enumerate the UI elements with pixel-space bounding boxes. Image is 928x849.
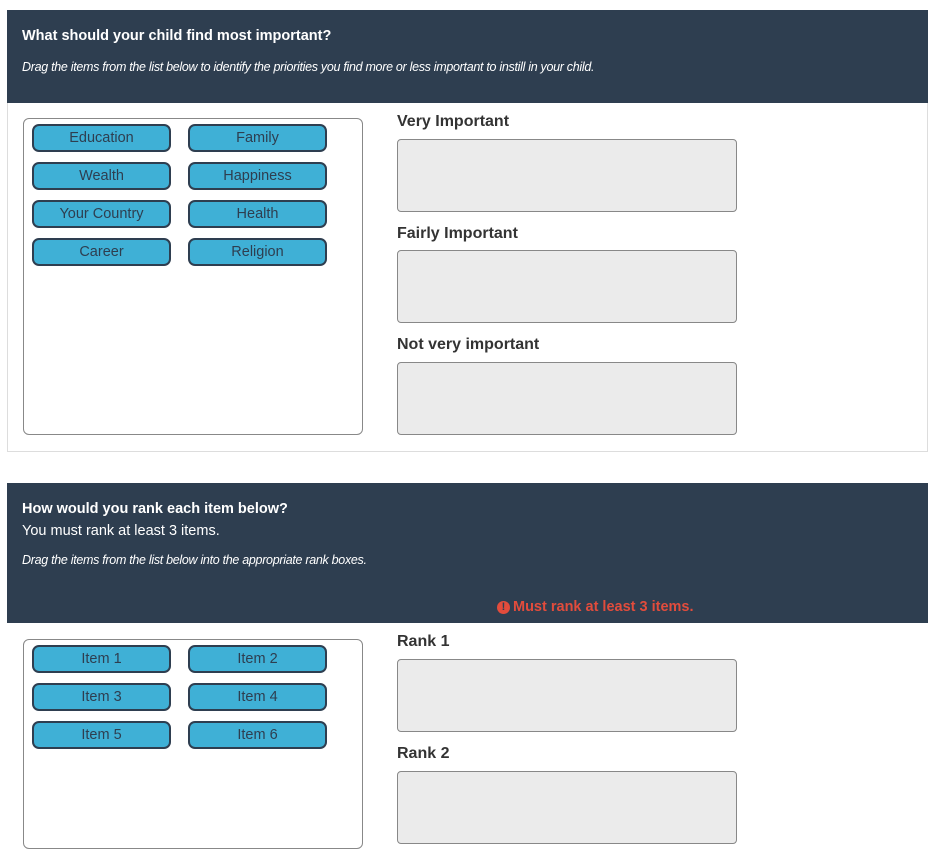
bucket-very-important[interactable] — [397, 139, 737, 212]
drag-item-education[interactable]: Education — [32, 124, 171, 152]
question-2-subtitle: You must rank at least 3 items. — [22, 523, 220, 539]
bucket-label-not-very-important: Not very important — [397, 336, 540, 353]
bucket-label-very-important: Very Important — [397, 113, 510, 130]
drag-item-your-country[interactable]: Your Country — [32, 200, 171, 228]
drag-item-religion[interactable]: Religion — [188, 238, 327, 266]
bucket-fairly-important[interactable] — [397, 250, 737, 323]
validation-error-text: Must rank at least 3 items. — [513, 599, 694, 615]
drag-item-family[interactable]: Family — [188, 124, 327, 152]
exclamation-circle-icon: ! — [497, 600, 510, 614]
question-2-instructions: Drag the items from the list below into … — [22, 553, 367, 567]
drag-item-wealth[interactable]: Wealth — [32, 162, 171, 190]
drag-item-2[interactable]: Item 2 — [188, 645, 327, 673]
drag-item-1[interactable]: Item 1 — [32, 645, 171, 673]
rank-label-1: Rank 1 — [397, 633, 450, 650]
drag-item-career[interactable]: Career — [32, 238, 171, 266]
drag-item-6[interactable]: Item 6 — [188, 721, 327, 749]
drag-item-5[interactable]: Item 5 — [32, 721, 171, 749]
question-2-title: How would you rank each item below? — [22, 501, 288, 517]
rank-box-1[interactable] — [397, 659, 737, 732]
drag-item-4[interactable]: Item 4 — [188, 683, 327, 711]
drag-item-happiness[interactable]: Happiness — [188, 162, 327, 190]
question-1-instructions: Drag the items from the list below to id… — [22, 60, 595, 74]
drag-item-health[interactable]: Health — [188, 200, 327, 228]
bucket-not-very-important[interactable] — [397, 362, 737, 435]
question-1-header: What should your child find most importa… — [7, 10, 928, 103]
drag-item-3[interactable]: Item 3 — [32, 683, 171, 711]
rank-box-2[interactable] — [397, 771, 737, 844]
question-2-header: How would you rank each item below? You … — [7, 483, 928, 623]
rank-label-2: Rank 2 — [397, 745, 450, 762]
validation-error: ! Must rank at least 3 items. — [497, 599, 694, 615]
bucket-label-fairly-important: Fairly Important — [397, 225, 518, 242]
question-1-title: What should your child find most importa… — [22, 28, 332, 44]
